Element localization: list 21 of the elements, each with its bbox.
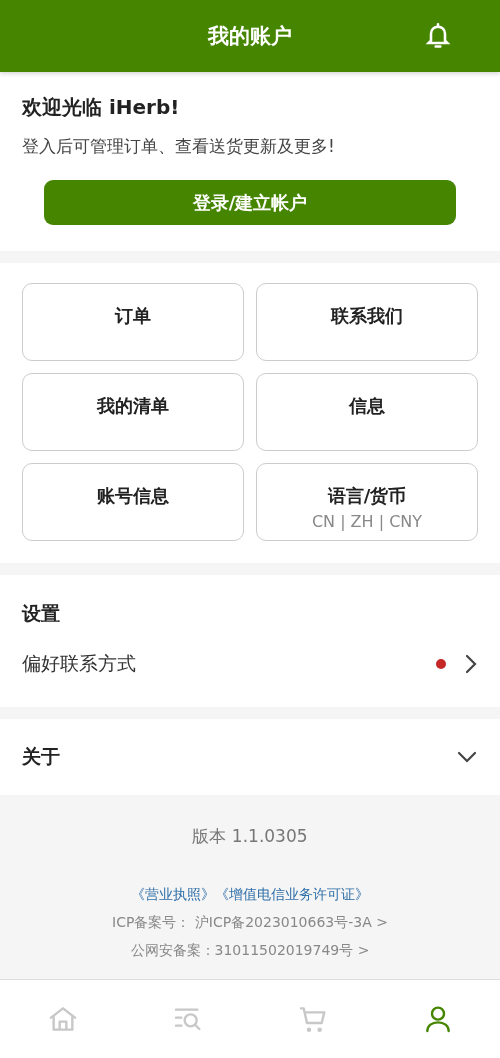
section-title: 设置 bbox=[22, 601, 61, 626]
shortcut-tile[interactable]: 信息 bbox=[256, 373, 478, 451]
section-title: 关于 bbox=[22, 744, 60, 769]
tile-detail: CN | ZH | CNY bbox=[311, 512, 423, 531]
shortcut-tile[interactable]: 联系我们 bbox=[256, 283, 478, 361]
about-panel[interactable]: 关于 bbox=[0, 719, 500, 795]
shortcut-tile[interactable]: 账号信息 bbox=[22, 463, 244, 541]
chevron-right-icon[interactable] bbox=[464, 653, 478, 675]
license-link[interactable]: 《营业执照》 bbox=[131, 886, 215, 904]
version-text: 版本 1.1.0305 bbox=[192, 825, 308, 848]
welcome-text: 登入后可管理订单、查看送货更新及更多! bbox=[22, 135, 336, 158]
shortcut-tile[interactable]: 我的清单 bbox=[22, 373, 244, 451]
chevron-down-icon[interactable] bbox=[456, 750, 478, 764]
shortcut-tile[interactable]: 订单 bbox=[22, 283, 244, 361]
page-title: 我的账户 bbox=[208, 23, 292, 50]
welcome-title: 欢迎光临 iHerb! bbox=[22, 94, 181, 121]
license-link[interactable]: 《增值电信业务许可证》 bbox=[215, 886, 369, 904]
settings-item[interactable]: 偏好联系方式 bbox=[22, 651, 436, 677]
notification-bell-icon[interactable] bbox=[424, 22, 452, 50]
login-button[interactable]: 登录/建立帐户 bbox=[44, 180, 456, 225]
shortcut-tile[interactable]: 语言/货币 CN | ZH | CNY bbox=[256, 463, 478, 541]
